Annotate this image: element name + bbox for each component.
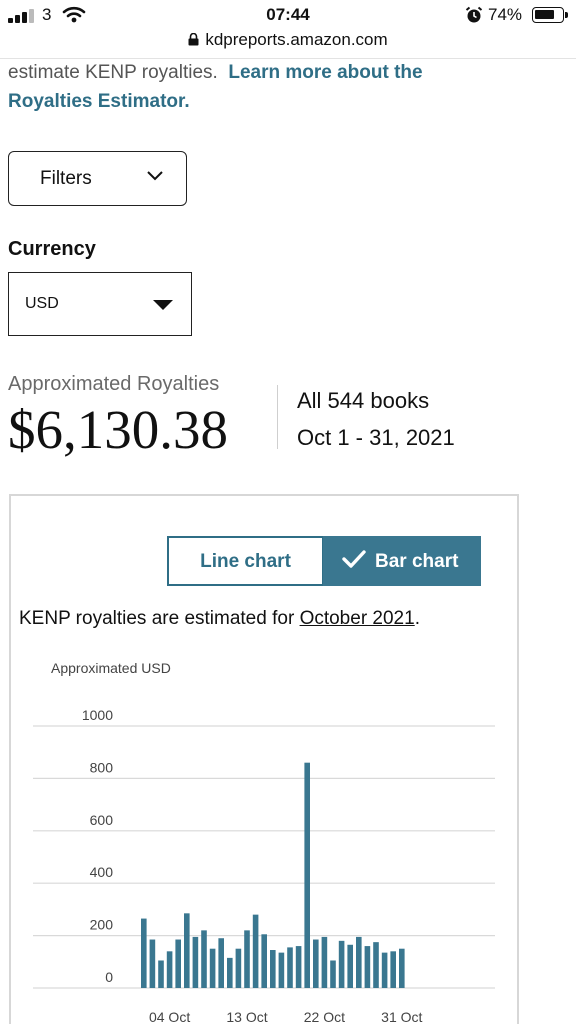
- lock-icon: [188, 33, 199, 46]
- bar-oct-16[interactable]: [270, 950, 276, 988]
- kenp-note: KENP royalties are estimated for October…: [19, 608, 420, 629]
- bar-oct-11[interactable]: [227, 957, 233, 988]
- x-tick-label: 13 Oct: [226, 1009, 267, 1024]
- y-tick-label: 200: [90, 917, 114, 933]
- filters-dropdown[interactable]: Filters: [8, 151, 187, 206]
- bar-oct-24[interactable]: [338, 940, 345, 988]
- bar-oct-6[interactable]: [184, 913, 190, 988]
- chart-type-toggle: Line chart Bar chart: [167, 536, 481, 586]
- bar-oct-9[interactable]: [209, 948, 216, 988]
- caret-down-icon: [153, 300, 173, 310]
- bar-oct-27[interactable]: [364, 946, 371, 988]
- currency-value: USD: [25, 295, 59, 312]
- bar-oct-23[interactable]: [330, 960, 336, 988]
- bar-oct-2[interactable]: [149, 939, 156, 988]
- bar-oct-19[interactable]: [295, 946, 302, 988]
- x-tick-label: 22 Oct: [304, 1009, 345, 1024]
- bar-oct-5[interactable]: [175, 939, 181, 988]
- x-tick-label: 04 Oct: [149, 1009, 190, 1024]
- bar-oct-3[interactable]: [158, 960, 164, 988]
- royalties-bar-chart: 0 200 400 600 800 1000 04 Oct 13 Oct 22 Oct 31 Oc…: [33, 707, 495, 1024]
- bar-chart-button[interactable]: Bar chart: [323, 536, 481, 586]
- bar-oct-30[interactable]: [390, 951, 396, 988]
- royalties-amount: $6,130.38: [8, 399, 228, 460]
- bar-oct-31[interactable]: [399, 948, 405, 988]
- bar-oct-1[interactable]: [141, 918, 147, 988]
- kenp-note-text: KENP royalties are estimated for: [19, 608, 295, 629]
- y-tick-label: 0: [105, 969, 113, 985]
- bar-chart-label: Bar chart: [375, 551, 459, 572]
- url-text: kdpreports.amazon.com: [205, 30, 388, 49]
- currency-select[interactable]: USD: [8, 272, 192, 336]
- bar-oct-25[interactable]: [347, 944, 353, 988]
- currency-label: Currency: [8, 238, 96, 260]
- bar-oct-21[interactable]: [313, 939, 319, 988]
- x-tick-label: 31 Oct: [381, 1009, 422, 1024]
- y-tick-label: 600: [90, 812, 114, 828]
- battery-percent: 74%: [488, 5, 523, 24]
- bar-oct-14[interactable]: [252, 914, 259, 988]
- intro-sentence: estimate KENP royalties.: [8, 62, 218, 83]
- bar-oct-22[interactable]: [321, 936, 328, 988]
- chevron-down-icon: [147, 171, 163, 181]
- y-tick-label: 1000: [82, 707, 113, 723]
- line-chart-label: Line chart: [200, 551, 291, 572]
- bar-oct-20[interactable]: [304, 762, 310, 988]
- check-icon: [342, 550, 366, 568]
- bar-oct-28[interactable]: [373, 942, 379, 988]
- address-bar[interactable]: kdpreports.amazon.com: [0, 30, 576, 58]
- status-bar: 3 07:44 74%: [0, 0, 576, 30]
- bar-oct-29[interactable]: [381, 952, 388, 988]
- alarm-icon: [465, 6, 483, 23]
- battery-level: [535, 10, 554, 19]
- intro-text: estimate KENP royalties. Learn more abou…: [8, 58, 568, 116]
- books-count: All 544 books: [297, 388, 430, 413]
- bar-oct-13[interactable]: [244, 930, 250, 988]
- bar-oct-7[interactable]: [192, 936, 199, 988]
- bar-oct-4[interactable]: [166, 951, 173, 988]
- y-tick-label: 800: [90, 759, 114, 775]
- bar-oct-17[interactable]: [278, 952, 285, 988]
- bar-oct-18[interactable]: [287, 947, 293, 988]
- bar-oct-10[interactable]: [218, 938, 224, 988]
- bar-oct-15[interactable]: [261, 934, 267, 988]
- line-chart-button[interactable]: Line chart: [167, 536, 324, 586]
- filters-label: Filters: [40, 168, 92, 189]
- y-tick-label: 400: [90, 864, 114, 880]
- bar-oct-12[interactable]: [235, 948, 242, 988]
- y-axis-title: Approximated USD: [51, 660, 171, 676]
- month-link[interactable]: October 2021: [300, 608, 415, 629]
- date-range: Oct 1 - 31, 2021: [297, 425, 455, 450]
- chart-card: Line chart Bar chart KENP royalties are …: [9, 494, 519, 1024]
- bar-oct-26[interactable]: [356, 936, 362, 988]
- bar-oct-8[interactable]: [201, 930, 207, 988]
- royalties-label: Approximated Royalties: [8, 373, 220, 395]
- summary-divider: [277, 385, 278, 449]
- battery-icon: [532, 7, 568, 23]
